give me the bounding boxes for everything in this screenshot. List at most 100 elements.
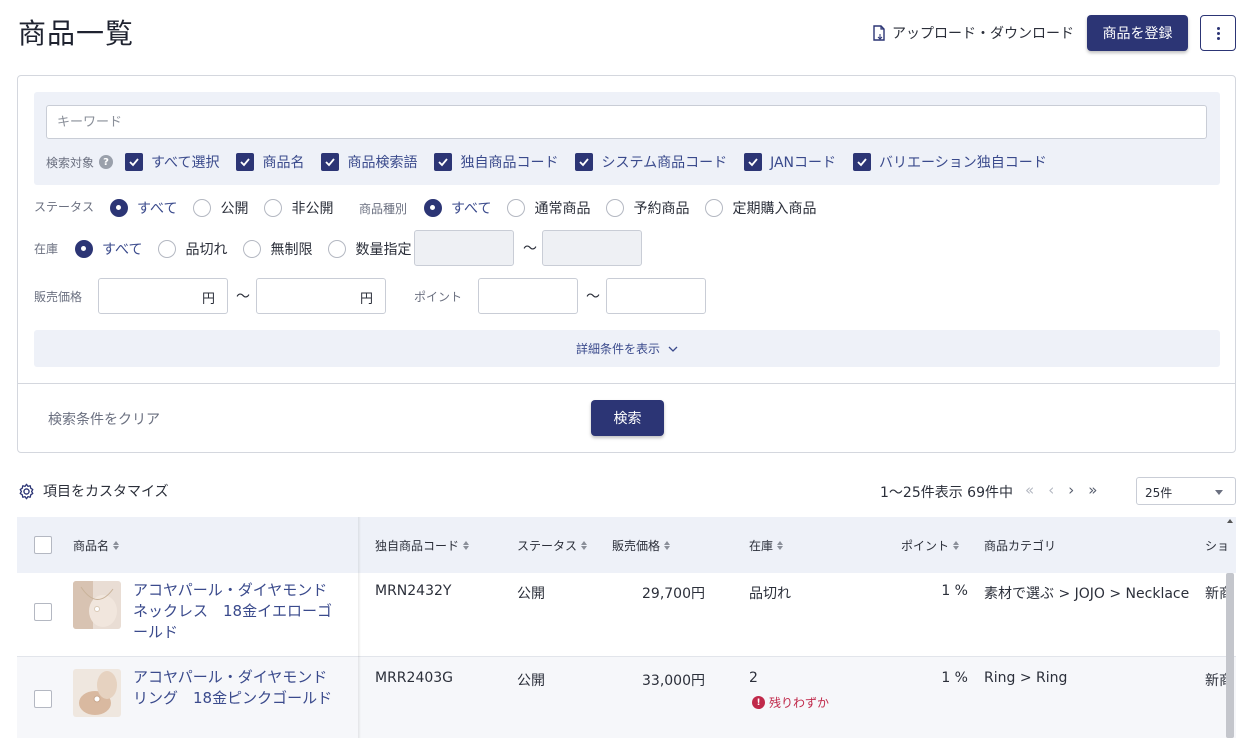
gear-icon <box>19 483 34 499</box>
search-target-label: 検索対象 ? <box>46 154 114 171</box>
per-page-select[interactable]: 25件 <box>1136 477 1236 505</box>
customize-columns-link[interactable]: 項目をカスタマイズ <box>18 481 169 501</box>
price-max-input[interactable]: 円 <box>256 278 386 314</box>
sort-icon <box>581 541 588 550</box>
product-name-link[interactable]: アコヤパール・ダイヤモンドネックレス 18金イエローゴールド <box>133 580 333 643</box>
target-checkbox-system-code[interactable]: システム商品コード <box>575 152 727 172</box>
point-min-input[interactable] <box>478 278 578 314</box>
page-title: 商品一覧 <box>18 17 135 50</box>
search-button[interactable]: 検索 <box>591 400 664 436</box>
point-label: ポイント <box>414 290 463 304</box>
price-min-input[interactable]: 円 <box>98 278 228 314</box>
product-type-radio-group: すべて 通常商品 予約商品 定期購入商品 <box>424 198 832 218</box>
cell-point: 1 % <box>941 670 968 686</box>
row-checkbox[interactable] <box>34 690 52 708</box>
chevron-down-icon <box>1215 490 1223 495</box>
upload-download-link[interactable]: アップロード・ダウンロード <box>872 23 1074 43</box>
search-target-row: 検索対象 ? すべて選択 商品名 商品検索語 独自商品コード システム商品コード… <box>46 152 1064 172</box>
clear-conditions-link[interactable]: 検索条件をクリア <box>48 409 160 429</box>
upload-download-label: アップロード・ダウンロード <box>892 26 1074 42</box>
product-name-link[interactable]: アコヤパール・ダイヤモンドリング 18金ピンクゴールド <box>133 667 333 709</box>
cell-point: 1 % <box>941 583 968 599</box>
stock-min-input[interactable] <box>414 230 514 266</box>
stock-quantity-radio[interactable]: 数量指定 <box>328 239 411 259</box>
next-page-icon[interactable]: › <box>1068 481 1074 499</box>
cell-price: 33,000円 <box>642 673 705 689</box>
type-reservation-radio[interactable]: 予約商品 <box>606 198 689 218</box>
stock-unlimited-radio[interactable]: 無制限 <box>243 239 312 259</box>
product-thumbnail[interactable] <box>73 669 121 717</box>
col-header-price[interactable]: 販売価格 <box>612 537 671 554</box>
target-checkbox-own-code[interactable]: 独自商品コード <box>434 152 558 172</box>
stock-range-tilde: ～ <box>523 241 537 257</box>
point-max-input[interactable] <box>606 278 706 314</box>
keyword-input[interactable] <box>46 105 1207 139</box>
cell-status: 公開 <box>517 586 545 602</box>
point-range-tilde: ～ <box>586 289 600 305</box>
col-header-name[interactable]: 商品名 <box>73 537 120 554</box>
table-row: アコヤパール・ダイヤモンドネックレス 18金イエローゴールド MRN2432Y … <box>17 573 1236 657</box>
file-transfer-icon <box>873 25 885 41</box>
cell-code: MRR2403G <box>375 670 454 686</box>
type-normal-radio[interactable]: 通常商品 <box>507 198 590 218</box>
col-header-category: 商品カテゴリ <box>984 539 1057 553</box>
col-header-point[interactable]: ポイント <box>901 537 960 554</box>
table-scrollbar[interactable] <box>1226 573 1234 738</box>
table-row: アコヤパール・ダイヤモンドリング 18金ピンクゴールド MRR2403G 公開 … <box>17 657 1236 738</box>
sort-icon <box>664 541 671 550</box>
col-header-status[interactable]: ステータス <box>517 537 588 554</box>
cell-code: MRN2432Y <box>375 583 452 599</box>
product-table: 商品名 独自商品コード ステータス 販売価格 在庫 ポイント 商品カテゴリ ショ… <box>17 517 1236 738</box>
result-count: 1～25件表示 69件中 <box>880 485 1013 501</box>
target-checkbox-search-term[interactable]: 商品検索語 <box>321 152 417 172</box>
pagination: « ‹ › » <box>1025 481 1097 499</box>
chevron-down-icon <box>668 346 678 352</box>
detail-conditions-toggle[interactable]: 詳細条件を表示 <box>34 330 1220 367</box>
cell-category: Ring > Ring <box>984 670 1068 686</box>
last-page-icon[interactable]: » <box>1088 481 1097 499</box>
row-checkbox[interactable] <box>34 603 52 621</box>
keyword-area: 検索対象 ? すべて選択 商品名 商品検索語 独自商品コード システム商品コード… <box>34 92 1220 185</box>
search-panel: 検索対象 ? すべて選択 商品名 商品検索語 独自商品コード システム商品コード… <box>17 75 1236 453</box>
sort-icon <box>113 541 120 550</box>
status-all-radio[interactable]: すべて <box>110 198 177 218</box>
col-header-more: ショ <box>1205 539 1230 553</box>
type-all-radio[interactable]: すべて <box>424 198 491 218</box>
status-public-radio[interactable]: 公開 <box>193 198 248 218</box>
price-label: 販売価格 <box>34 290 83 304</box>
target-checkbox-all[interactable]: すべて選択 <box>125 152 219 172</box>
stock-label: 在庫 <box>34 242 59 256</box>
type-subscription-radio[interactable]: 定期購入商品 <box>705 198 816 218</box>
target-checkbox-jan[interactable]: JANコード <box>744 152 836 172</box>
col-header-stock[interactable]: 在庫 <box>749 537 784 554</box>
price-range-tilde: ～ <box>236 289 250 305</box>
more-menu-button[interactable] <box>1200 15 1236 51</box>
frozen-column-shadow <box>358 517 361 738</box>
help-icon[interactable]: ? <box>99 155 114 169</box>
alert-icon: ! <box>752 696 765 709</box>
register-product-button[interactable]: 商品を登録 <box>1087 15 1188 51</box>
select-all-checkbox[interactable] <box>34 536 52 554</box>
status-radio-group: すべて 公開 非公開 <box>110 198 349 218</box>
product-type-label: 商品種別 <box>359 202 408 216</box>
stock-max-input[interactable] <box>542 230 642 266</box>
scroll-up-arrow-icon[interactable] <box>1227 519 1233 523</box>
sort-icon <box>777 541 784 550</box>
stock-all-radio[interactable]: すべて <box>75 239 142 259</box>
product-thumbnail[interactable] <box>73 581 121 629</box>
first-page-icon[interactable]: « <box>1025 481 1034 499</box>
sort-icon <box>463 541 470 550</box>
prev-page-icon[interactable]: ‹ <box>1048 481 1054 499</box>
target-checkbox-variation-code[interactable]: バリエーション独自コード <box>853 152 1047 172</box>
col-header-code[interactable]: 独自商品コード <box>375 537 470 554</box>
cell-category: 素材で選ぶ > JOJO > Necklace <box>984 586 1190 602</box>
cell-price: 29,700円 <box>642 586 705 602</box>
low-stock-badge: ! 残りわずか <box>752 694 829 711</box>
status-private-radio[interactable]: 非公開 <box>264 198 333 218</box>
stock-radio-group: すべて 品切れ 無制限 数量指定 <box>75 239 427 259</box>
stock-soldout-radio[interactable]: 品切れ <box>158 239 227 259</box>
cell-stock: 2 <box>749 670 758 686</box>
sort-icon <box>953 541 960 550</box>
status-label: ステータス <box>34 200 95 214</box>
target-checkbox-name[interactable]: 商品名 <box>236 152 304 172</box>
